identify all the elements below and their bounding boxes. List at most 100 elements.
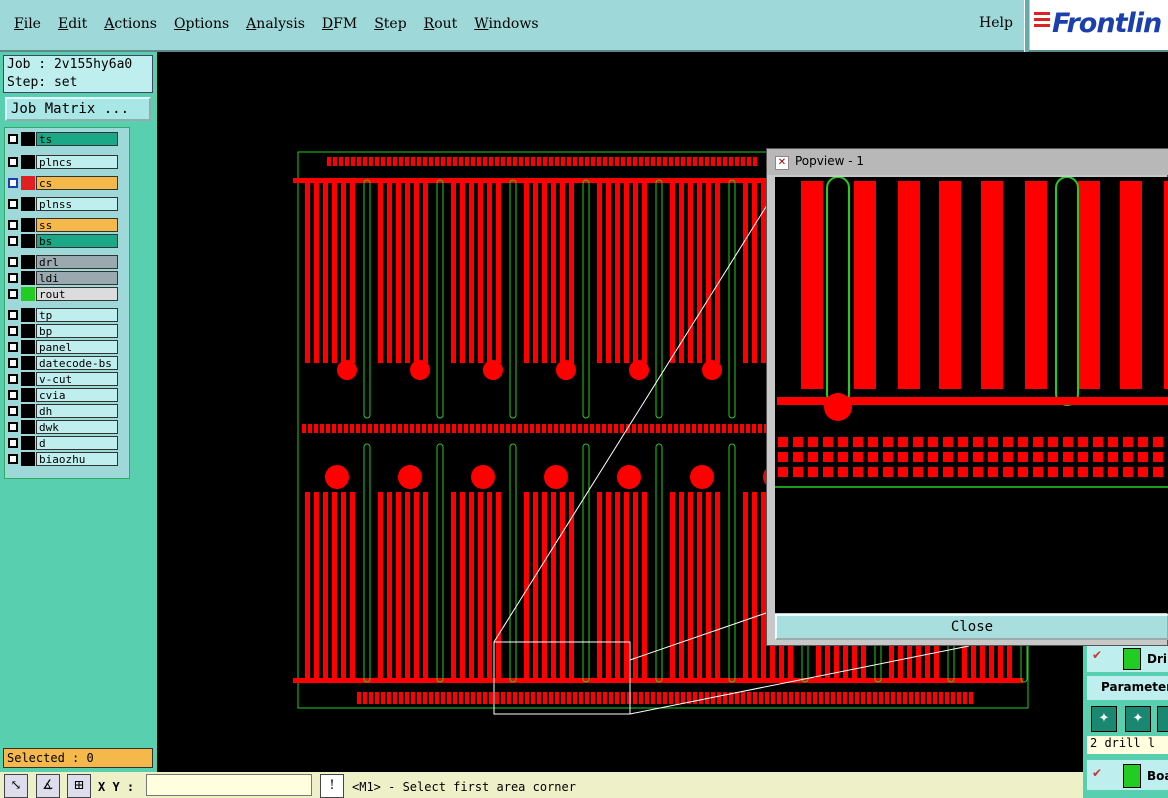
mid-pad	[596, 424, 600, 433]
drill-param-field[interactable]: 2 drill l	[1087, 736, 1168, 754]
bottom-pad	[381, 692, 385, 704]
top-pad	[663, 157, 667, 166]
finger	[533, 492, 538, 678]
mid-pad	[710, 424, 714, 433]
finger	[314, 183, 319, 363]
finger	[624, 492, 629, 678]
mid-pad	[404, 424, 408, 433]
mid-pad	[680, 424, 684, 433]
top-pad	[597, 157, 601, 166]
top-pad	[555, 157, 559, 166]
drill-row[interactable]: ✔ Dri	[1087, 644, 1168, 672]
popview-canvas[interactable]	[775, 177, 1168, 613]
mid-pad	[512, 424, 516, 433]
mid-pad	[458, 424, 462, 433]
top-pad	[411, 157, 415, 166]
mid-pad	[584, 424, 588, 433]
run-tool-icon[interactable]: ✦	[1091, 706, 1117, 732]
bottom-pad	[957, 692, 961, 704]
mid-pad	[428, 424, 432, 433]
bottom-pad	[819, 692, 823, 704]
bottom-pad	[969, 692, 973, 704]
finger	[679, 492, 684, 678]
finger	[469, 183, 474, 363]
finger	[478, 492, 483, 678]
finger	[1025, 181, 1047, 389]
mid-pad	[662, 424, 666, 433]
top-pad	[417, 157, 421, 166]
finger	[323, 492, 328, 678]
top-pad	[735, 157, 739, 166]
bottom-pad	[669, 692, 673, 704]
pad	[1123, 437, 1133, 447]
window-icon: ✕	[775, 156, 789, 170]
popview-titlebar[interactable]: ✕ Popview - 1	[767, 149, 1168, 175]
top-pad	[543, 157, 547, 166]
run-tool-3-icon[interactable]	[1157, 706, 1168, 732]
bottom-pad	[477, 692, 481, 704]
finger	[715, 183, 720, 363]
bottom-pad	[789, 692, 793, 704]
finger	[396, 492, 401, 678]
bottom-pad	[771, 692, 775, 704]
pad	[1138, 452, 1148, 462]
board-row[interactable]: ✔ Boa	[1087, 760, 1168, 790]
mid-pad	[494, 424, 498, 433]
pad	[1123, 452, 1133, 462]
bottom-pad	[837, 692, 841, 704]
pad	[1078, 452, 1088, 462]
bottom-pad	[531, 692, 535, 704]
finger	[451, 492, 456, 678]
bottom-pad	[657, 692, 661, 704]
mid-pad	[326, 424, 330, 433]
finger	[898, 181, 920, 389]
finger	[981, 181, 1003, 389]
top-pad	[489, 157, 493, 166]
finger	[323, 183, 328, 363]
finger	[633, 492, 638, 678]
grid-snap-icon[interactable]: ⊞	[67, 774, 91, 798]
zoom-area-icon[interactable]: ⤡	[4, 774, 28, 798]
bottom-pad	[471, 692, 475, 704]
finger	[378, 492, 383, 678]
top-pad	[573, 157, 577, 166]
pad	[1153, 452, 1163, 462]
pad	[883, 452, 893, 462]
popview-window: ✕ Popview - 1 Close	[766, 148, 1168, 646]
mid-pad	[464, 424, 468, 433]
pad	[838, 467, 848, 477]
bottom-pad	[675, 692, 679, 704]
xy-input[interactable]	[146, 774, 312, 796]
component	[410, 360, 430, 380]
mid-pad	[602, 424, 606, 433]
pad	[913, 467, 923, 477]
bottom-pad	[603, 692, 607, 704]
finger	[551, 183, 556, 363]
bottom-pad	[759, 692, 763, 704]
measure-icon[interactable]: ∡	[36, 774, 60, 798]
finger	[597, 492, 602, 678]
bottom-pad	[639, 692, 643, 704]
finger	[469, 492, 474, 678]
mid-pad	[422, 424, 426, 433]
finger	[341, 492, 346, 678]
finger	[688, 492, 693, 678]
mid-pad	[728, 424, 732, 433]
alert-icon[interactable]: !	[320, 774, 344, 798]
pad	[1048, 437, 1058, 447]
mid-pad	[398, 424, 402, 433]
slot	[582, 179, 590, 419]
bottom-pad	[519, 692, 523, 704]
pad	[868, 437, 878, 447]
close-button[interactable]: Close	[775, 614, 1168, 640]
finger	[743, 492, 748, 678]
bottom-pad	[369, 692, 373, 704]
pad	[1108, 437, 1118, 447]
pad	[898, 452, 908, 462]
finger	[314, 492, 319, 678]
finger	[542, 492, 547, 678]
bottom-pad	[561, 692, 565, 704]
pad	[928, 452, 938, 462]
top-pad	[531, 157, 535, 166]
run-tool-2-icon[interactable]: ✦	[1125, 706, 1151, 732]
